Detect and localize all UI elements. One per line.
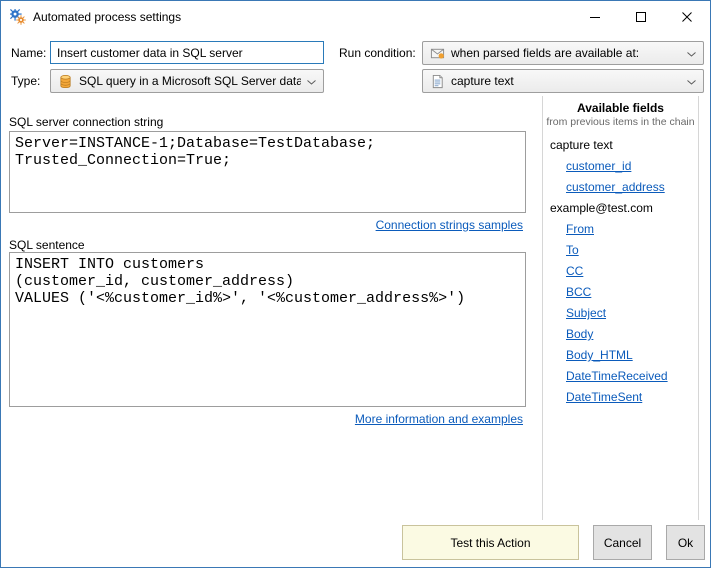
- more-information-link[interactable]: More information and examples: [355, 412, 523, 426]
- maximize-button[interactable]: [618, 1, 664, 32]
- field-link-customer-address[interactable]: customer_address: [566, 177, 665, 198]
- available-fields-subtitle: from previous items in the chain: [546, 116, 695, 128]
- minimize-button[interactable]: [572, 1, 618, 32]
- connection-samples-link[interactable]: Connection strings samples: [376, 218, 523, 232]
- title-bar: Automated process settings: [1, 1, 710, 32]
- name-input[interactable]: [50, 41, 324, 64]
- type-value: SQL query in a Microsoft SQL Server data…: [79, 74, 301, 88]
- gear-icon: [8, 7, 26, 25]
- ok-button[interactable]: Ok: [666, 525, 705, 560]
- cancel-button[interactable]: Cancel: [593, 525, 652, 560]
- capture-source-dropdown[interactable]: capture text: [422, 69, 704, 93]
- connection-string-textarea[interactable]: Server=INSTANCE-1;Database=TestDatabase;…: [9, 131, 526, 213]
- available-fields-title: Available fields: [577, 101, 664, 115]
- test-action-button[interactable]: Test this Action: [402, 525, 579, 560]
- chevron-down-icon: [687, 74, 696, 88]
- run-condition-dropdown[interactable]: when parsed fields are available at:: [422, 41, 704, 65]
- field-link-bcc[interactable]: BCC: [566, 282, 591, 303]
- field-link-body-html[interactable]: Body_HTML: [566, 345, 633, 366]
- close-button[interactable]: [664, 1, 710, 32]
- minimize-icon: [590, 16, 600, 18]
- available-fields-panel: Available fields from previous items in …: [542, 96, 699, 520]
- chevron-down-icon: [307, 74, 316, 88]
- window-title: Automated process settings: [33, 10, 182, 24]
- field-link-datetimereceived[interactable]: DateTimeReceived: [566, 366, 668, 387]
- type-label: Type:: [11, 74, 41, 88]
- field-link-from[interactable]: From: [566, 219, 594, 240]
- field-link-to[interactable]: To: [566, 240, 579, 261]
- window-controls: [572, 1, 710, 32]
- chevron-down-icon: [687, 46, 696, 60]
- field-group-header: example@test.com: [550, 201, 653, 215]
- field-link-datetimesent[interactable]: DateTimeSent: [566, 387, 642, 408]
- sql-sentence-textarea[interactable]: INSERT INTO customers (customer_id, cust…: [9, 252, 526, 407]
- run-condition-value: when parsed fields are available at:: [451, 46, 640, 60]
- field-link-cc[interactable]: CC: [566, 261, 583, 282]
- sql-sentence-label: SQL sentence: [9, 238, 85, 252]
- connection-string-label: SQL server connection string: [9, 115, 164, 129]
- run-condition-label: Run condition:: [339, 46, 416, 60]
- automated-process-settings-dialog: Automated process settings Name: Run con…: [0, 0, 711, 568]
- capture-source-value: capture text: [451, 74, 514, 88]
- field-link-body[interactable]: Body: [566, 324, 593, 345]
- type-dropdown[interactable]: SQL query in a Microsoft SQL Server data…: [50, 69, 324, 93]
- field-group-header: capture text: [550, 138, 613, 152]
- field-link-customer-id[interactable]: customer_id: [566, 156, 631, 177]
- name-label: Name:: [11, 46, 47, 60]
- field-link-subject[interactable]: Subject: [566, 303, 606, 324]
- database-icon: [58, 74, 73, 89]
- available-fields-list: capture text customer_id customer_addres…: [543, 135, 698, 408]
- maximize-icon: [636, 11, 646, 22]
- parsed-fields-icon: [430, 46, 445, 61]
- close-icon: [682, 11, 692, 22]
- document-icon: [430, 74, 445, 89]
